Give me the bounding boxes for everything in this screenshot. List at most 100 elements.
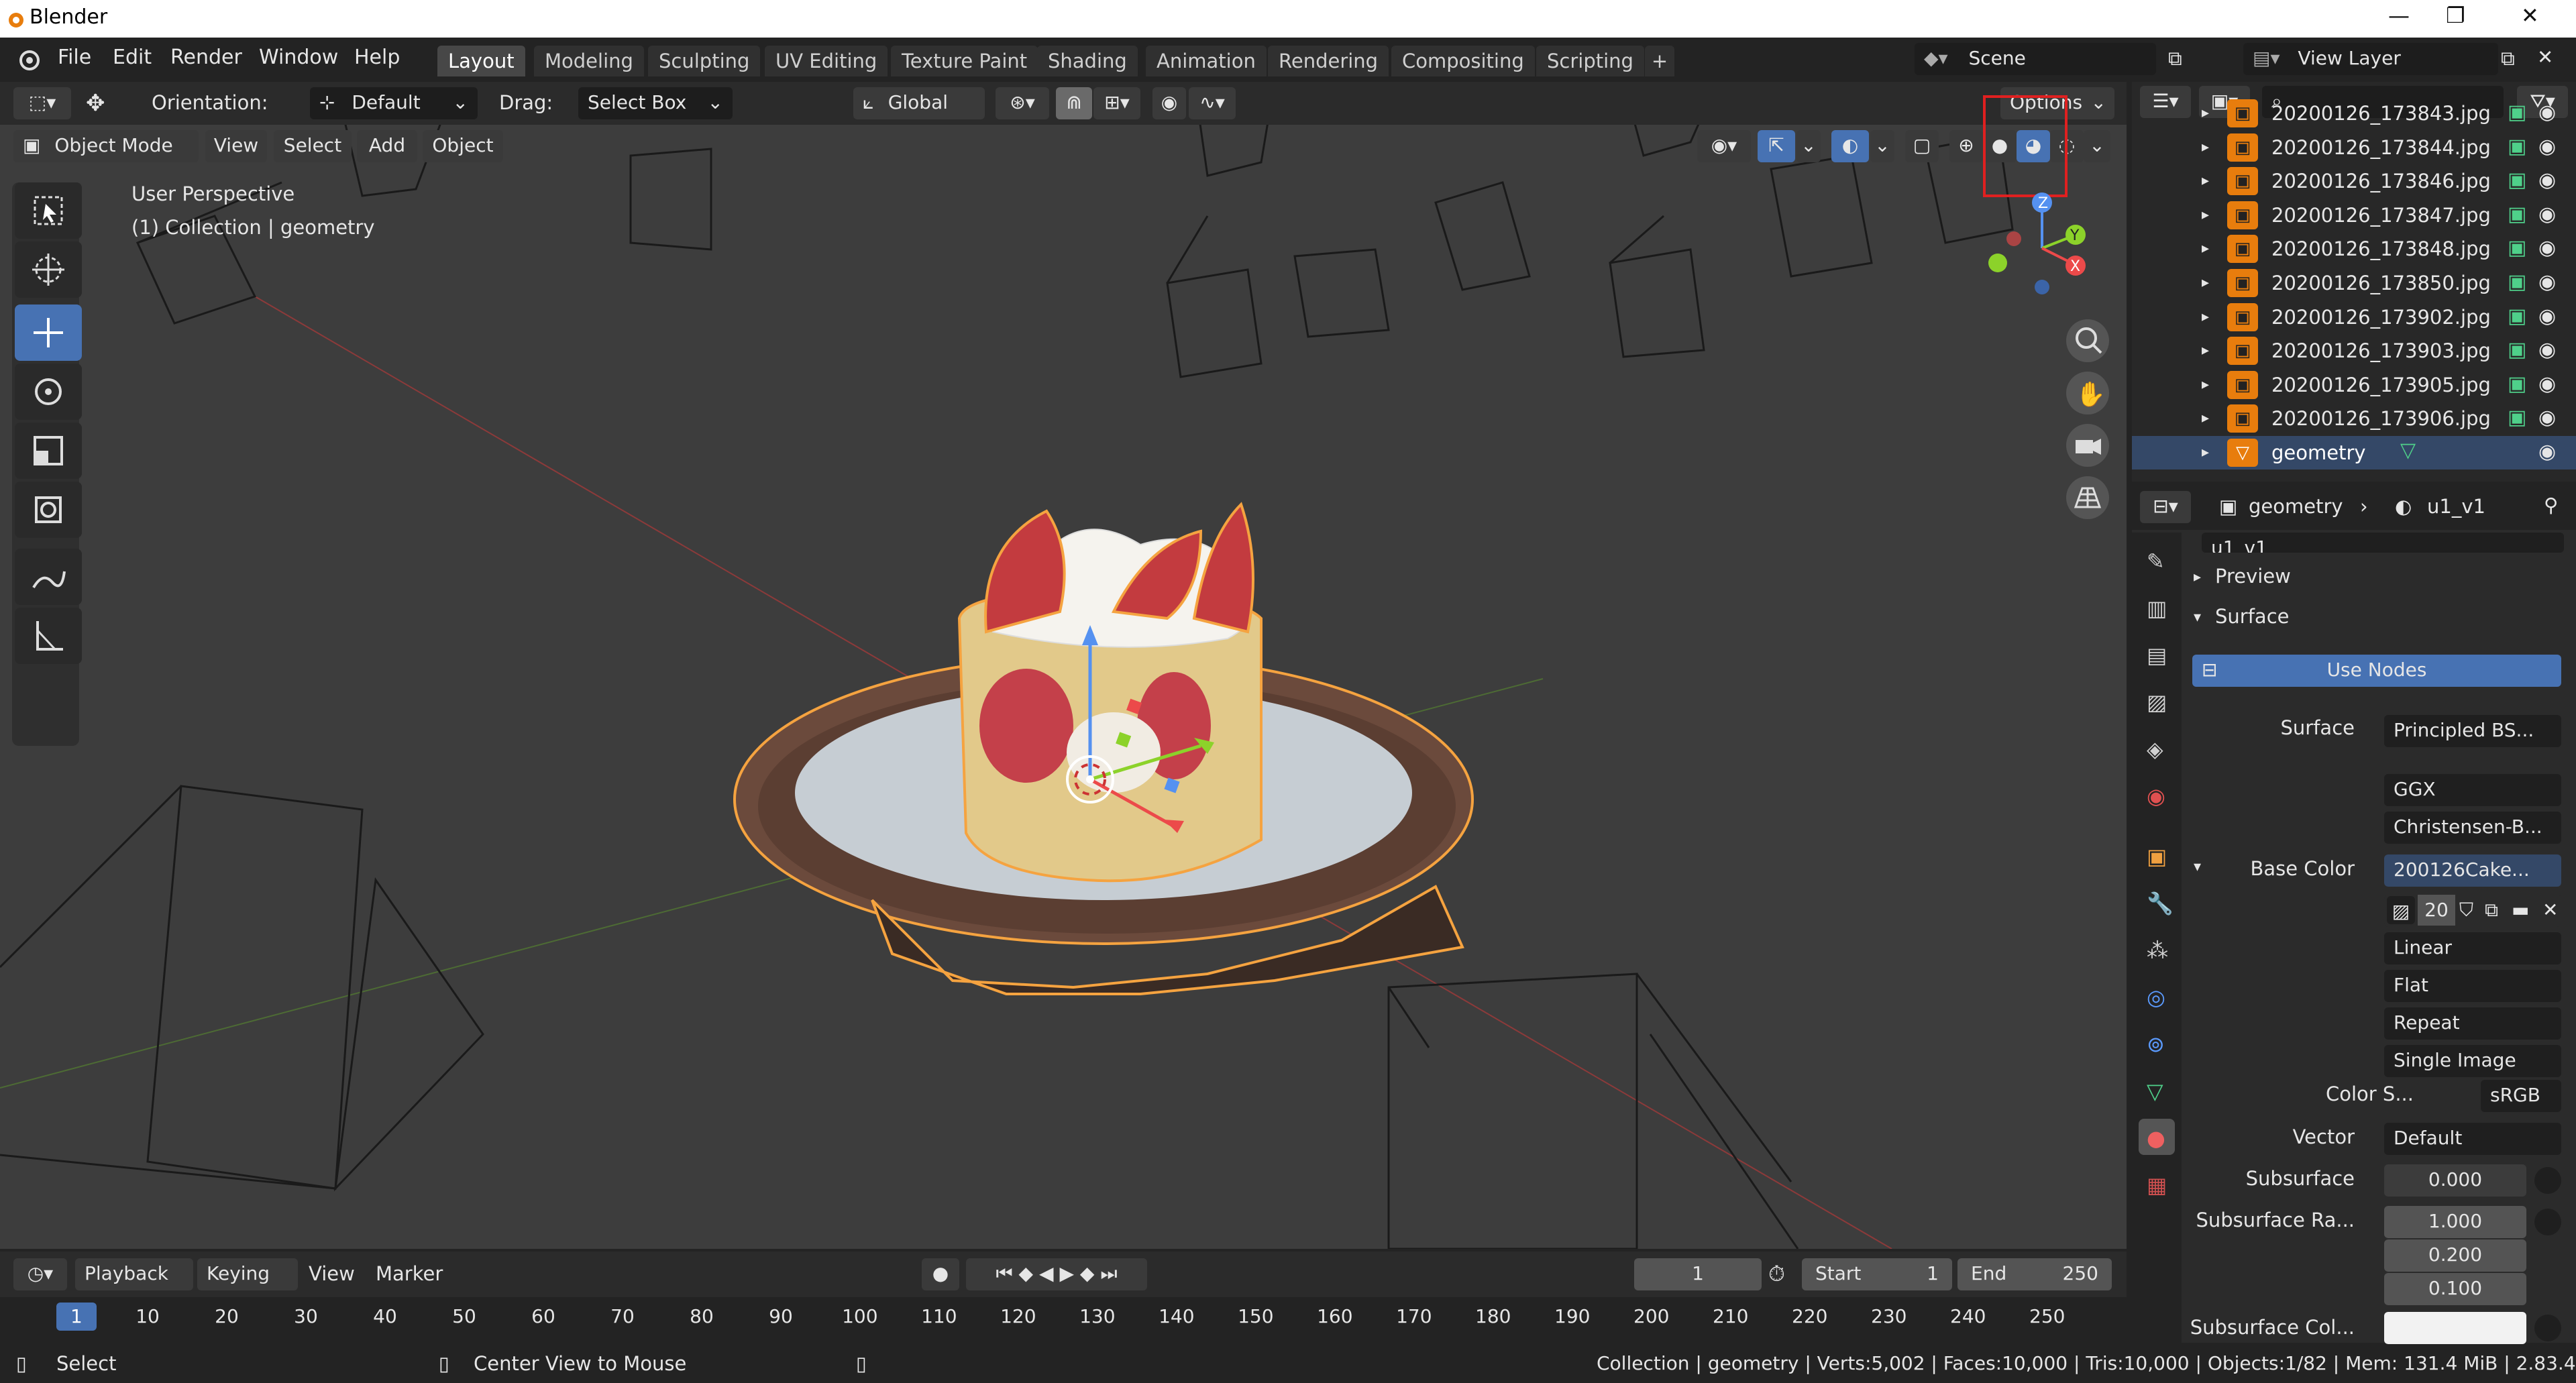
prev-keyframe-icon[interactable]: ◆ xyxy=(1019,1262,1034,1284)
timeline-editor-type-icon[interactable]: ◷▾ xyxy=(13,1258,67,1290)
tab-texture-paint[interactable]: Texture Paint xyxy=(891,46,1038,76)
next-keyframe-icon[interactable]: ◆ xyxy=(1080,1262,1095,1284)
outliner-row-camera[interactable]: ▸ ▣ 20200126_173903.jpg ▣ ◉ xyxy=(2132,334,2576,368)
expand-arrow-icon[interactable]: ▸ xyxy=(2202,410,2209,427)
projection-dropdown[interactable]: Flat xyxy=(2384,970,2561,1002)
transform-tool[interactable] xyxy=(15,482,82,538)
distribution-dropdown[interactable]: GGX xyxy=(2384,774,2561,806)
material-slot-field[interactable]: u1_v1 xyxy=(2202,533,2564,553)
eye-icon[interactable]: ◉ xyxy=(2538,270,2556,294)
tab-layout[interactable]: Layout xyxy=(437,46,525,76)
unlink-icon[interactable]: ✕ xyxy=(2542,895,2558,926)
play-icon[interactable]: ▶ xyxy=(1059,1262,1074,1284)
blender-menu-icon[interactable] xyxy=(15,47,42,71)
view-layer-selector[interactable]: ▤▾ View Layer xyxy=(2243,43,2498,75)
open-image-icon[interactable]: ▬ xyxy=(2512,895,2529,926)
measure-tool[interactable] xyxy=(15,608,82,664)
viewport-menu-select[interactable]: Select xyxy=(274,130,352,162)
tab-scripting[interactable]: Scripting xyxy=(1536,46,1644,76)
menu-window[interactable]: Window xyxy=(259,46,338,69)
eye-icon[interactable]: ◉ xyxy=(2538,305,2556,328)
timeline-menu-marker[interactable]: Marker xyxy=(376,1262,443,1285)
collapse-arrow-icon[interactable]: ▾ xyxy=(2194,609,2201,626)
snap-target-icon[interactable]: ⊞▾ xyxy=(1093,87,1140,119)
remove-view-layer-icon[interactable]: ✕ xyxy=(2537,46,2553,68)
interpolation-dropdown[interactable]: Linear xyxy=(2384,932,2561,964)
restore-icon[interactable]: ❐ xyxy=(2446,3,2465,28)
outliner-row-camera[interactable]: ▸ ▣ 20200126_173844.jpg ▣ ◉ xyxy=(2132,131,2576,164)
new-scene-icon[interactable]: ⧉ xyxy=(2168,47,2182,70)
eye-icon[interactable]: ◉ xyxy=(2538,372,2556,396)
fake-user-icon[interactable]: ⛉ xyxy=(2459,895,2473,926)
ortho-grid-icon[interactable] xyxy=(2066,476,2109,519)
expand-arrow-icon[interactable]: ▸ xyxy=(2202,139,2209,156)
visibility-icon[interactable]: ◉▾ xyxy=(1697,130,1751,162)
minimize-icon[interactable]: — xyxy=(2388,3,2410,28)
subsurface-field[interactable]: 0.000 xyxy=(2384,1164,2526,1197)
eye-icon[interactable]: ◉ xyxy=(2538,236,2556,260)
outliner-row-camera[interactable]: ▸ ▣ 20200126_173846.jpg ▣ ◉ xyxy=(2132,164,2576,198)
tab-modeling[interactable]: Modeling xyxy=(534,46,644,76)
eye-icon[interactable]: ◉ xyxy=(2538,101,2556,124)
timeline-menu-keying[interactable]: Keying xyxy=(197,1258,298,1290)
eye-icon[interactable]: ◉ xyxy=(2538,203,2556,226)
timeline-ruler[interactable]: 1 10 20 30 40 50 60 70 80 90 100 110 120 130 140 150 160… xyxy=(0,1297,2127,1343)
expand-arrow-icon[interactable]: ▸ xyxy=(2202,444,2209,461)
xray-icon[interactable]: ▢ xyxy=(1905,130,1939,162)
pivot-point-icon[interactable]: ⊛▾ xyxy=(996,87,1049,119)
scale-tool[interactable] xyxy=(15,423,82,479)
expand-arrow-icon[interactable]: ▸ xyxy=(2202,240,2209,257)
start-frame-field[interactable]: Start 1 xyxy=(1802,1258,1952,1290)
subsurface-color-swatch[interactable] xyxy=(2384,1312,2526,1344)
outliner-row-geometry[interactable]: ▸ ▽ geometry ▽ ◉ xyxy=(2132,436,2576,469)
expand-arrow-icon[interactable]: ▸ xyxy=(2202,376,2209,393)
socket-link-icon[interactable] xyxy=(2534,1315,2561,1341)
select-box-tool[interactable] xyxy=(15,182,82,239)
panel-preview[interactable]: Preview xyxy=(2215,565,2291,588)
menu-edit[interactable]: Edit xyxy=(113,46,152,69)
subsurface-radius-y[interactable]: 0.200 xyxy=(2384,1239,2526,1272)
subsurface-method-dropdown[interactable]: Christensen-B... xyxy=(2384,812,2561,844)
orientation-dropdown[interactable]: ⊹ Default ⌄ xyxy=(310,87,478,119)
outliner-row-camera[interactable]: ▸ ▣ 20200126_173848.jpg ▣ ◉ xyxy=(2132,232,2576,266)
outliner-row-camera[interactable]: ▸ ▣ 20200126_173843.jpg ▣ ◉ xyxy=(2132,97,2576,130)
outliner-row-camera[interactable]: ▸ ▣ 20200126_173847.jpg ▣ ◉ xyxy=(2132,199,2576,232)
eye-icon[interactable]: ◉ xyxy=(2538,168,2556,192)
scene-selector[interactable]: ◆▾ Scene xyxy=(1915,43,2156,75)
tab-shading[interactable]: Shading xyxy=(1037,46,1138,76)
chevron-down-icon[interactable]: ⌄ xyxy=(1796,130,1821,162)
expand-arrow-icon[interactable]: ▸ xyxy=(2202,207,2209,223)
play-reverse-icon[interactable]: ◀ xyxy=(1039,1262,1054,1284)
overlays-toggle-icon[interactable]: ◐ xyxy=(1831,130,1869,162)
tab-compositing[interactable]: Compositing xyxy=(1391,46,1535,76)
jump-start-icon[interactable]: ⏮ xyxy=(996,1262,1012,1284)
tab-animation[interactable]: Animation xyxy=(1146,46,1267,76)
tab-sculpting[interactable]: Sculpting xyxy=(648,46,761,76)
cursor-tool[interactable] xyxy=(15,241,82,298)
subsurface-radius-z[interactable]: 0.100 xyxy=(2384,1273,2526,1305)
outliner-row-camera[interactable]: ▸ ▣ 20200126_173906.jpg ▣ ◉ xyxy=(2132,402,2576,435)
add-workspace-icon[interactable]: + xyxy=(1645,46,1674,76)
record-icon[interactable]: ● xyxy=(922,1258,959,1290)
drag-dropdown[interactable]: Select Box ⌄ xyxy=(578,87,733,119)
new-view-layer-icon[interactable]: ⧉ xyxy=(2501,47,2515,70)
outliner-row-camera[interactable]: ▸ ▣ 20200126_173850.jpg ▣ ◉ xyxy=(2132,266,2576,300)
expand-arrow-icon[interactable]: ▸ xyxy=(2202,172,2209,189)
extension-dropdown[interactable]: Repeat xyxy=(2384,1007,2561,1040)
expand-arrow-icon[interactable]: ▸ xyxy=(2202,309,2209,325)
viewport-menu-add[interactable]: Add xyxy=(357,130,417,162)
menu-render[interactable]: Render xyxy=(170,46,242,69)
subsurface-radius-x[interactable]: 1.000 xyxy=(2384,1206,2526,1238)
zoom-icon[interactable] xyxy=(2066,319,2109,362)
snap-magnet-icon[interactable]: ⋒ xyxy=(1056,87,1092,119)
menu-help[interactable]: Help xyxy=(354,46,400,69)
viewport-menu-view[interactable]: View xyxy=(205,130,267,162)
pin-icon[interactable]: ⚲ xyxy=(2544,494,2558,516)
gizmo-toggle-icon[interactable]: ⇱ xyxy=(1758,130,1795,162)
tab-uv-editing[interactable]: UV Editing xyxy=(765,46,888,76)
navigation-gizmo[interactable]: Z Y X xyxy=(1972,189,2093,310)
eye-icon[interactable]: ◉ xyxy=(2538,406,2556,429)
chevron-down-icon[interactable]: ⌄ xyxy=(2084,130,2110,162)
eye-icon[interactable]: ◉ xyxy=(2538,440,2556,463)
image-users-count[interactable]: 20 xyxy=(2418,895,2455,926)
